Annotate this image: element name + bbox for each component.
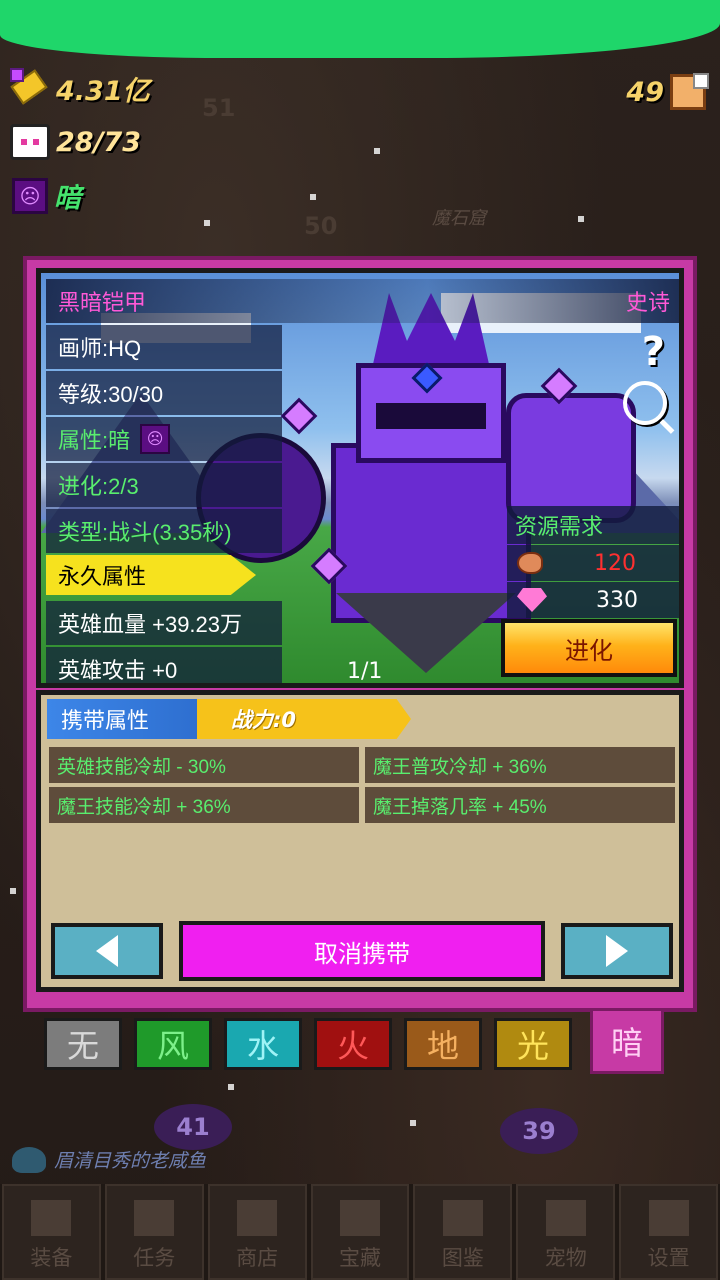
hero-count: 28/73 [56, 126, 142, 158]
settings-icon [648, 1200, 689, 1236]
gold-value: 4.31亿 [56, 75, 150, 107]
element-tab-dark[interactable]: 暗 [590, 1008, 664, 1074]
nav-settings[interactable]: 设置 [619, 1184, 719, 1280]
snow-particle [10, 888, 16, 894]
diamond-required: 330 [596, 587, 638, 613]
uncarry-button[interactable]: 取消携带 [179, 921, 545, 981]
nav-label: 宝藏 [339, 1246, 381, 1270]
snow-particle [310, 194, 316, 200]
hero-name-row: 黑暗铠甲 史诗 [46, 279, 679, 323]
diamond-resource: 330 [507, 582, 679, 618]
diamond-icon [517, 588, 547, 612]
top-banner [0, 0, 720, 58]
box-count: 49 [626, 76, 664, 108]
visor [376, 403, 486, 429]
meat-icon [517, 552, 543, 574]
snow-particle [578, 216, 584, 222]
help-icon[interactable]: ? [642, 329, 665, 375]
carry-attributes-label: 携带属性 [47, 699, 197, 739]
element-tab-wind[interactable]: 风 [134, 1018, 212, 1070]
bottom-navigation: 装备 任务 商店 宝藏 图鉴 宠物 设置 [0, 1184, 720, 1280]
treasure-icon [340, 1200, 380, 1236]
combat-power: 战力:0 [171, 699, 411, 739]
hero-rarity: 史诗 [625, 290, 670, 315]
hero-artist: 画师:HQ [46, 325, 282, 369]
chat-text: 眉清目秀的老咸鱼 [54, 1150, 207, 1172]
element-tab-earth[interactable]: 地 [404, 1018, 482, 1070]
hero-name: 黑暗铠甲 [58, 290, 147, 315]
spike [280, 397, 318, 435]
map-area-label: 魔石窟 [432, 208, 486, 229]
nav-equipment[interactable]: 装备 [2, 1184, 101, 1280]
chat-message: 眉清目秀的老咸鱼 [12, 1146, 206, 1173]
quests-icon [134, 1200, 175, 1236]
map-level-number: 51 [202, 94, 236, 122]
element-tab-fire[interactable]: 火 [314, 1018, 392, 1070]
hero-counter[interactable]: 28/73 [10, 124, 141, 160]
hero-type: 类型:战斗(3.35秒) [46, 509, 282, 553]
nav-treasure[interactable]: 宝藏 [310, 1184, 410, 1280]
nav-label: 任务 [133, 1246, 176, 1270]
arrow-left-icon [96, 935, 118, 967]
element-tab-none[interactable]: 无 [44, 1018, 122, 1070]
dark-element-icon: ☹ [140, 424, 171, 454]
snow-particle [410, 1120, 416, 1126]
page-indicator: 1/1 [347, 659, 383, 684]
shop-icon [237, 1200, 278, 1236]
carry-attribute: 魔王技能冷却 + 36% [49, 787, 359, 823]
arrow-right-icon [606, 935, 628, 967]
nav-codex[interactable]: 图鉴 [413, 1184, 513, 1280]
resource-title: 资源需求 [507, 506, 679, 544]
hero-atk-bonus: 英雄攻击 +0 [46, 647, 282, 683]
meat-required: 120 [594, 550, 636, 576]
snow-particle [228, 1084, 234, 1090]
permanent-attribute-label: 永久属性 [46, 555, 256, 595]
fish-icon [12, 1146, 46, 1173]
map-level-number: 50 [304, 212, 338, 240]
pets-icon [545, 1200, 586, 1236]
snow-particle [204, 220, 210, 226]
gold-icon [10, 68, 50, 108]
map-level-bubble[interactable]: 39 [500, 1108, 578, 1154]
hero-level: 等级:30/30 [46, 371, 282, 415]
cat-icon [10, 124, 50, 160]
carry-attribute: 魔王掉落几率 + 45% [365, 787, 675, 823]
element-tab-light[interactable]: 光 [494, 1018, 572, 1070]
current-element[interactable]: ☹ 暗 [12, 176, 81, 215]
map-level-bubble[interactable]: 41 [154, 1104, 232, 1150]
evolve-button[interactable]: 进化 [501, 619, 677, 677]
equipment-icon [31, 1200, 72, 1236]
snow-particle [374, 148, 380, 154]
box-icon [670, 73, 709, 110]
codex-icon [442, 1200, 483, 1236]
gauntlet [506, 393, 636, 523]
carry-attributes-panel: 战力:0 携带属性 英雄技能冷却 - 30% 魔王普攻冷却 + 36% 魔王技能… [36, 690, 684, 992]
meat-resource: 120 [507, 545, 679, 581]
hero-hp-bonus: 英雄血量 +39.23万 [46, 601, 282, 645]
nav-pets[interactable]: 宠物 [516, 1184, 616, 1280]
hero-attribute-row: 属性:暗 ☹ [46, 417, 282, 461]
dark-element-icon: ☹ [12, 177, 48, 214]
element-label: 暗 [54, 183, 81, 214]
gold-counter[interactable]: 4.31亿 [10, 68, 150, 108]
previous-hero-button[interactable] [51, 923, 163, 979]
nav-label: 设置 [647, 1246, 690, 1270]
carry-attribute: 英雄技能冷却 - 30% [49, 747, 359, 783]
nav-label: 商店 [236, 1246, 279, 1270]
nav-label: 图鉴 [441, 1246, 484, 1270]
element-tab-water[interactable]: 水 [224, 1018, 302, 1070]
nav-shop[interactable]: 商店 [207, 1184, 307, 1280]
zoom-icon[interactable] [623, 381, 667, 425]
nav-label: 宠物 [544, 1246, 587, 1270]
hero-showcase: 黑暗铠甲 史诗 画师:HQ 等级:30/30 属性:暗 ☹ 进化:2/3 类型:… [36, 268, 684, 688]
hero-evolution: 进化:2/3 [46, 463, 282, 507]
carry-attribute: 魔王普攻冷却 + 36% [365, 747, 675, 783]
nav-quests[interactable]: 任务 [104, 1184, 204, 1280]
nav-label: 装备 [30, 1246, 73, 1270]
next-hero-button[interactable] [561, 923, 673, 979]
box-counter[interactable]: 49 [626, 73, 709, 110]
hero-attribute: 属性:暗 [58, 428, 131, 453]
